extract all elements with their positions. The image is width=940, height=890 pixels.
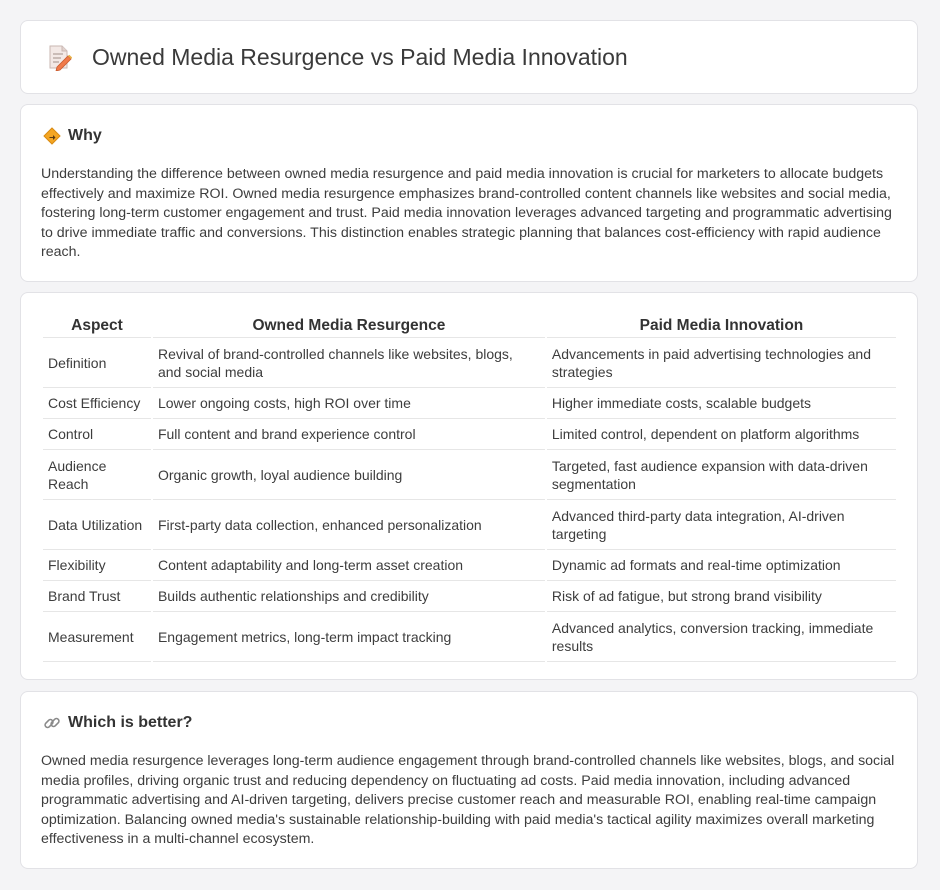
owned-cell: Organic growth, loyal audience building [152,450,545,500]
owned-cell: First-party data collection, enhanced pe… [152,500,545,550]
owned-cell: Content adaptability and long-term asset… [152,550,545,581]
aspect-cell: Cost Efficiency [43,388,151,419]
paid-cell: Risk of ad fatigue, but strong brand vis… [546,581,896,612]
aspect-cell: Flexibility [43,550,151,581]
table-row: Definition Revival of brand-controlled c… [43,338,896,388]
title-card: Owned Media Resurgence vs Paid Media Inn… [20,20,918,94]
paid-cell: Targeted, fast audience expansion with d… [546,450,896,500]
aspect-cell: Definition [43,338,151,388]
owned-cell: Full content and brand experience contro… [152,419,545,450]
why-body: Understanding the difference between own… [41,166,892,261]
why-heading: Why [68,127,102,144]
column-header: Paid Media Innovation [546,315,896,338]
table-row: Audience Reach Organic growth, loyal aud… [43,450,896,500]
paid-cell: Limited control, dependent on platform a… [546,419,896,450]
paid-cell: Advancements in paid advertising technol… [546,338,896,388]
title-row: Owned Media Resurgence vs Paid Media Inn… [46,43,628,71]
better-body: Owned media resurgence leverages long-te… [41,753,895,848]
owned-cell: Engagement metrics, long-term impact tra… [152,612,545,662]
comparison-section: Aspect Owned Media Resurgence Paid Media… [20,292,918,680]
paid-cell: Advanced third-party data integration, A… [546,500,896,550]
link-icon [44,717,60,729]
table-row: Cost Efficiency Lower ongoing costs, hig… [43,388,896,419]
column-header: Aspect [43,315,151,338]
owned-cell: Builds authentic relationships and credi… [152,581,545,612]
comparison-table: Aspect Owned Media Resurgence Paid Media… [41,315,898,662]
aspect-cell: Control [43,419,151,450]
table-row: Measurement Engagement metrics, long-ter… [43,612,896,662]
better-heading: Which is better? [68,714,193,731]
owned-cell: Revival of brand-controlled channels lik… [152,338,545,388]
paid-cell: Higher immediate costs, scalable budgets [546,388,896,419]
diamond-sign-icon [43,127,61,145]
page-title: Owned Media Resurgence vs Paid Media Inn… [92,43,628,70]
which-is-better-section: Which is better? Owned media resurgence … [20,691,918,869]
document-pencil-icon [49,45,72,71]
owned-cell: Lower ongoing costs, high ROI over time [152,388,545,419]
why-header: Why [43,127,102,145]
why-section: Why Understanding the difference between… [20,104,918,282]
table-row: Brand Trust Builds authentic relationshi… [43,581,896,612]
table-row: Flexibility Content adaptability and lon… [43,550,896,581]
table-row: Data Utilization First-party data collec… [43,500,896,550]
aspect-cell: Brand Trust [43,581,151,612]
aspect-cell: Data Utilization [43,500,151,550]
aspect-cell: Measurement [43,612,151,662]
aspect-cell: Audience Reach [43,450,151,500]
table-row: Control Full content and brand experienc… [43,419,896,450]
paid-cell: Advanced analytics, conversion tracking,… [546,612,896,662]
column-header: Owned Media Resurgence [152,315,545,338]
table-header-row: Aspect Owned Media Resurgence Paid Media… [43,315,896,338]
paid-cell: Dynamic ad formats and real-time optimiz… [546,550,896,581]
better-header: Which is better? [43,714,192,732]
